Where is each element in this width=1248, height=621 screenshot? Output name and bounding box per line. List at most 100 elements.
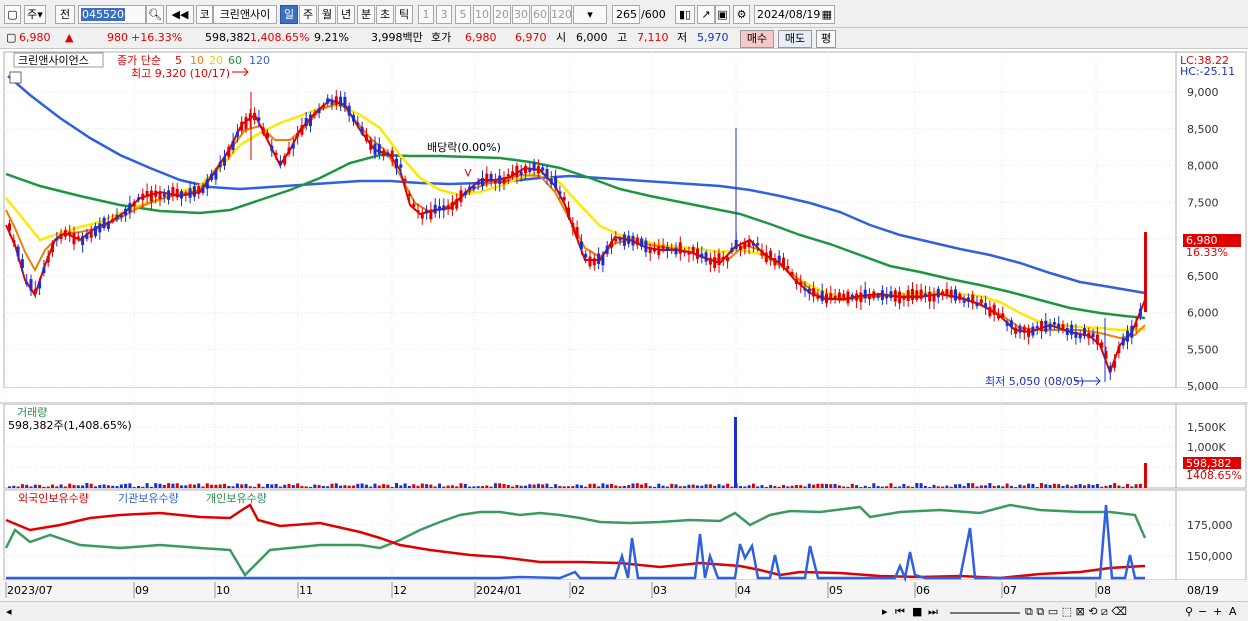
chart-scrollbar[interactable]: ◂ ▸ ⏮ ■ ⏭ ⧉ ⧉ ▭ ⬚ ⊠ ⟲ ⧄ ⌫ ⚲ − + A xyxy=(0,601,1248,621)
interval-1-button[interactable]: 1 xyxy=(418,5,434,24)
scroll-right-icon[interactable]: ▸ xyxy=(882,605,888,619)
candle-body xyxy=(360,126,364,134)
grid-icon[interactable] xyxy=(9,71,22,84)
candle-body xyxy=(928,291,932,302)
candle-body xyxy=(313,112,317,115)
period-second-button[interactable]: 초 xyxy=(376,5,394,24)
candle-body xyxy=(743,241,747,249)
volume-bar xyxy=(171,483,175,488)
volume-bar xyxy=(962,485,966,488)
rewind-icon[interactable]: ⏮ xyxy=(895,605,905,619)
volume-bar xyxy=(627,484,631,488)
chart-line-icon[interactable]: ↗ xyxy=(697,5,715,24)
candle-body xyxy=(425,209,429,214)
magnifier-icon[interactable]: ⚲ xyxy=(1185,605,1193,619)
volume-bar xyxy=(119,484,123,488)
period-prefix-select[interactable]: 주▾ xyxy=(24,5,46,24)
count-input[interactable]: 265 xyxy=(612,5,640,24)
volume-bar xyxy=(850,483,854,488)
volume-bar xyxy=(760,485,764,488)
interval-120-button[interactable]: 120 xyxy=(550,5,572,24)
interval-5-button[interactable]: 5 xyxy=(455,5,471,24)
zoom-in-icon[interactable]: + xyxy=(1213,605,1222,619)
volume-bar xyxy=(450,485,454,488)
interval-30-button[interactable]: 30 xyxy=(512,5,530,24)
volume-bar xyxy=(790,485,794,488)
candle-body xyxy=(369,139,373,150)
scroll-left-icon[interactable]: ◂ xyxy=(6,605,12,619)
volume-bar xyxy=(872,483,876,488)
search-icon[interactable]: 🔍︎ xyxy=(146,5,164,24)
volume-bar xyxy=(1095,483,1099,488)
stock-type-button[interactable]: 코 xyxy=(196,5,213,24)
candle-body xyxy=(1074,331,1078,338)
candle-body xyxy=(975,303,979,307)
stock-code-input[interactable]: 045520 xyxy=(78,5,146,24)
speaker-icon[interactable]: ◀◀︎ xyxy=(166,5,194,24)
gear-icon[interactable]: ⚙ xyxy=(733,5,750,24)
candle-body xyxy=(59,233,63,240)
candle-icon[interactable]: ▮▯ xyxy=(675,5,695,24)
info-icon[interactable]: ▢ xyxy=(6,30,18,46)
font-size-icon[interactable]: A xyxy=(1229,605,1237,619)
period-minute-button[interactable]: 분 xyxy=(357,5,375,24)
volume-bar xyxy=(321,485,325,488)
institution-holding-legend: 기관보유수량 xyxy=(118,492,179,505)
volume-bar xyxy=(571,486,575,488)
volume-bar xyxy=(386,484,390,488)
volume-bar xyxy=(369,486,373,488)
volume-bar xyxy=(205,483,209,488)
volume-bar xyxy=(842,486,846,488)
volume-bar xyxy=(1100,486,1104,488)
candle-body xyxy=(721,256,725,260)
volume-bar xyxy=(653,486,656,488)
trade-amount: 3,998백만 xyxy=(371,31,423,44)
prev-button[interactable]: 전 xyxy=(55,5,75,24)
candle-body xyxy=(145,190,149,198)
stock-chart[interactable]: 9,0008,5008,0007,5007,0006,5006,0005,500… xyxy=(0,50,1248,601)
company-name-field[interactable]: 크린앤사이 xyxy=(213,5,277,24)
candle-body xyxy=(670,248,674,251)
volume-bar xyxy=(253,486,257,488)
interval-select[interactable]: ▾ xyxy=(573,5,607,24)
volume-bar xyxy=(425,484,429,488)
interval-3-button[interactable]: 3 xyxy=(436,5,452,24)
period-day-button[interactable]: 일 xyxy=(280,5,298,24)
volume-bar xyxy=(949,486,953,488)
volume-bar xyxy=(635,483,639,488)
sell-button[interactable]: 매도 xyxy=(778,30,812,48)
volume-bar xyxy=(567,486,570,488)
volume-bar xyxy=(188,484,192,488)
volume-bar xyxy=(971,483,975,488)
volume-bar xyxy=(382,484,386,488)
volume-panel xyxy=(3,403,1177,489)
interval-60-button[interactable]: 60 xyxy=(531,5,549,24)
tool-icons[interactable]: ⧉ ⧉ ▭ ⬚ ⊠ ⟲ ⧄ ⌫ xyxy=(1025,605,1127,619)
buy-button[interactable]: 매수 xyxy=(740,30,774,48)
period-tick-button[interactable]: 틱 xyxy=(395,5,413,24)
candle-body xyxy=(184,193,188,196)
candle-body xyxy=(984,303,988,308)
volume-tick: 1,000K xyxy=(1187,441,1226,454)
calendar-icon[interactable]: ▦ xyxy=(822,6,832,23)
volume-bar xyxy=(291,485,295,488)
volume-bar xyxy=(816,483,820,488)
zoom-slider[interactable] xyxy=(950,605,1020,614)
period-year-button[interactable]: 년 xyxy=(337,5,355,24)
zoom-out-icon[interactable]: − xyxy=(1198,605,1207,619)
period-month-button[interactable]: 월 xyxy=(318,5,336,24)
fast-forward-icon[interactable]: ⏭ xyxy=(928,605,938,619)
date-input[interactable]: 2024/08/19 ▦ xyxy=(754,5,835,24)
candle-body xyxy=(240,121,244,131)
save-icon[interactable]: ▣ xyxy=(715,5,730,24)
window-icon[interactable]: ▢ xyxy=(4,5,21,24)
interval-10-button[interactable]: 10 xyxy=(473,5,491,24)
interval-20-button[interactable]: 20 xyxy=(493,5,511,24)
candle-body xyxy=(506,174,510,177)
open-label: 시 xyxy=(556,31,567,44)
period-week-button[interactable]: 주 xyxy=(299,5,317,24)
candle-body xyxy=(622,234,626,246)
volume-bar xyxy=(1027,483,1031,488)
stop-icon[interactable]: ■ xyxy=(912,605,922,619)
average-button[interactable]: 평 xyxy=(816,30,836,48)
